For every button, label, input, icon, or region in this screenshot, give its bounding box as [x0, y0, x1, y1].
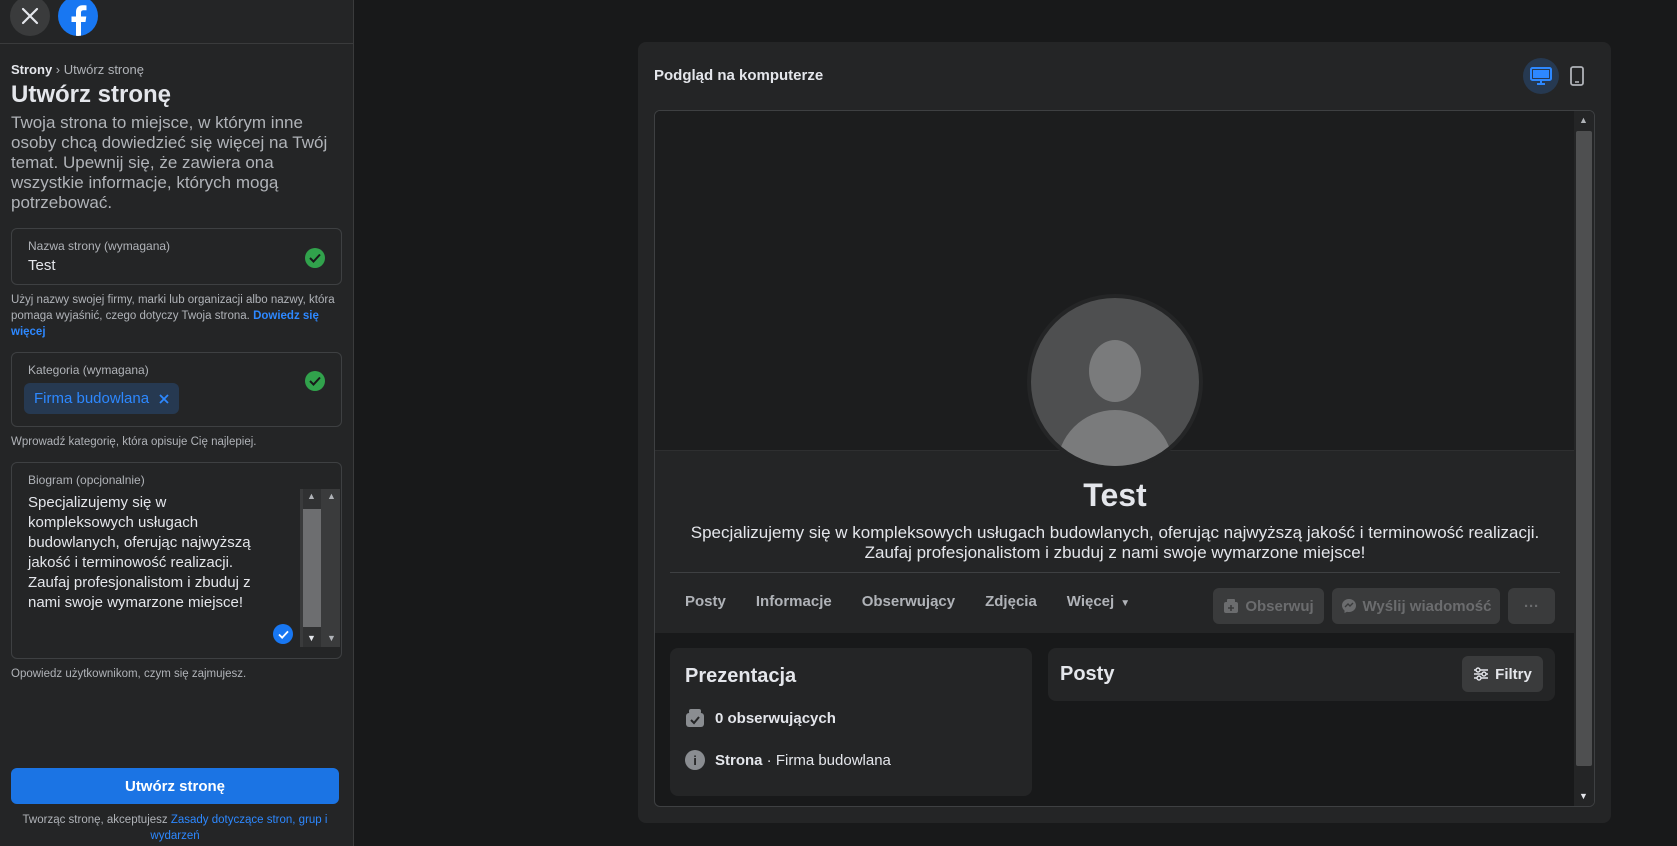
- bio-scrollbar[interactable]: ▲ ▲ ▼ ▼: [300, 489, 340, 647]
- breadcrumb-root[interactable]: Strony: [11, 62, 52, 77]
- send-message-button[interactable]: Wyślij wiadomość: [1332, 588, 1500, 624]
- tab-more[interactable]: Więcej ▼: [1052, 581, 1145, 622]
- page-description: Twoja strona to miejsce, w którym inne o…: [11, 113, 328, 212]
- tab-followers[interactable]: Obserwujący: [847, 581, 970, 622]
- category-label: Kategoria (wymagana): [28, 363, 149, 377]
- preview-title: Podgląd na komputerze: [654, 67, 824, 84]
- filters-button-label: Filtry: [1495, 665, 1532, 683]
- mobile-icon: [1570, 66, 1584, 86]
- breadcrumb-current: Utwórz stronę: [63, 62, 144, 77]
- scroll-down-icon[interactable]: ▼: [327, 633, 336, 643]
- scroll-up-icon[interactable]: ▲: [327, 491, 336, 501]
- follow-button[interactable]: Obserwuj: [1213, 588, 1324, 624]
- bio-label: Biogram (opcjonalnie): [28, 473, 145, 487]
- bio-helper: Opowiedz użytkownikom, czym się zajmujes…: [11, 668, 247, 680]
- valid-check-icon: [305, 371, 325, 391]
- intro-title: Prezentacja: [685, 665, 797, 687]
- tab-more-label: Więcej: [1066, 593, 1115, 610]
- close-button[interactable]: [10, 0, 50, 36]
- posts-card: Posty Filtry: [1048, 648, 1555, 701]
- avatar-body: [1057, 410, 1173, 466]
- valid-check-icon: [305, 248, 325, 268]
- posts-title: Posty: [1060, 663, 1115, 685]
- page-name-field[interactable]: Nazwa strony (wymagana) Test: [11, 228, 342, 285]
- desktop-preview-button[interactable]: [1523, 58, 1559, 94]
- desktop-preview-panel: Podgląd na komputerze Test Specjalizujem…: [638, 42, 1611, 823]
- form-content: Strony › Utwórz stronę Utwórz stronę Two…: [0, 44, 353, 682]
- category-field[interactable]: Kategoria (wymagana) Firma budowlana: [11, 352, 342, 427]
- tab-posts[interactable]: Posty: [670, 581, 741, 622]
- category-chip-label: Firma budowlana: [34, 390, 150, 407]
- facebook-icon: [71, 5, 87, 36]
- follow-button-label: Obserwuj: [1245, 597, 1314, 615]
- page-name-input[interactable]: Test: [28, 257, 325, 274]
- filters-button[interactable]: Filtry: [1462, 656, 1543, 692]
- follow-icon: [1224, 599, 1239, 613]
- top-bar: [0, 0, 353, 44]
- scroll-down-icon[interactable]: ▼: [1579, 791, 1588, 801]
- page-name-helper: Użyj nazwy swojej firmy, marki lub organ…: [11, 292, 342, 340]
- followers-row: 0 obserwujących: [685, 708, 836, 728]
- scroll-up-icon[interactable]: ▲: [307, 491, 316, 501]
- preview-scrollbar[interactable]: ▲ ▼: [1574, 111, 1594, 806]
- page-preview-frame: Test Specjalizujemy się w kompleksowych …: [654, 110, 1595, 807]
- avatar-head: [1089, 340, 1141, 402]
- info-icon: i: [685, 750, 705, 770]
- bio-textarea[interactable]: Specjalizujemy się w kompleksowych usług…: [28, 493, 268, 613]
- close-icon: [21, 7, 39, 25]
- page-title: Utwórz stronę: [11, 81, 172, 108]
- messenger-icon: [1341, 599, 1356, 613]
- bio-scroll-thumb[interactable]: [303, 509, 321, 627]
- terms-notice: Tworząc stronę, akceptujesz Zasady dotyc…: [11, 812, 339, 844]
- breadcrumb: Strony › Utwórz stronę: [11, 62, 342, 77]
- followers-count: 0 obserwujących: [715, 709, 836, 727]
- more-options-button[interactable]: ···: [1508, 588, 1555, 624]
- send-message-label: Wyślij wiadomość: [1362, 597, 1492, 615]
- preview-page-name: Test: [1083, 477, 1147, 513]
- facebook-logo[interactable]: [58, 0, 98, 36]
- create-page-panel: Strony › Utwórz stronę Utwórz stronę Two…: [0, 0, 354, 846]
- create-page-button[interactable]: Utwórz stronę: [11, 768, 339, 804]
- scroll-down-icon[interactable]: ▼: [307, 633, 316, 643]
- category-helper: Wprowadź kategorię, która opisuje Cię na…: [11, 436, 257, 448]
- terms-text: Tworząc stronę, akceptujesz: [22, 814, 168, 826]
- profile-picture: [1027, 294, 1203, 470]
- preview-page-bio: Specjalizujemy się w kompleksowych usług…: [690, 523, 1540, 562]
- remove-chip-icon[interactable]: [159, 393, 169, 404]
- page-tabs: Posty Informacje Obserwujący Zdjęcia Wię…: [670, 581, 1145, 622]
- scroll-up-icon[interactable]: ▲: [1579, 115, 1588, 125]
- caret-down-icon: ▼: [1120, 598, 1131, 609]
- filter-icon: [1474, 667, 1489, 681]
- spellcheck-icon[interactable]: [273, 624, 293, 644]
- page-name-label: Nazwa strony (wymagana): [28, 239, 171, 253]
- preview-scroll-thumb[interactable]: [1576, 131, 1592, 766]
- intro-card: Prezentacja 0 obserwujących i Strona · F…: [670, 648, 1032, 796]
- followers-icon: [686, 709, 704, 727]
- desktop-icon: [1530, 67, 1552, 85]
- page-category-text: · Firma budowlana: [762, 751, 891, 769]
- page-type-label: Strona: [715, 751, 763, 769]
- mobile-preview-button[interactable]: [1559, 58, 1595, 94]
- terms-link[interactable]: Zasady dotyczące stron, grup i wydarzeń: [150, 814, 327, 842]
- page-category-row: i Strona · Firma budowlana: [685, 750, 891, 770]
- category-chip: Firma budowlana: [24, 383, 180, 414]
- profile-header: Test Specjalizujemy się w kompleksowych …: [655, 451, 1575, 633]
- divider: [670, 572, 1560, 573]
- tab-about[interactable]: Informacje: [741, 581, 847, 622]
- tab-photos[interactable]: Zdjęcia: [970, 581, 1052, 622]
- bio-field[interactable]: Biogram (opcjonalnie) Specjalizujemy się…: [11, 462, 342, 659]
- breadcrumb-separator: ›: [55, 62, 61, 77]
